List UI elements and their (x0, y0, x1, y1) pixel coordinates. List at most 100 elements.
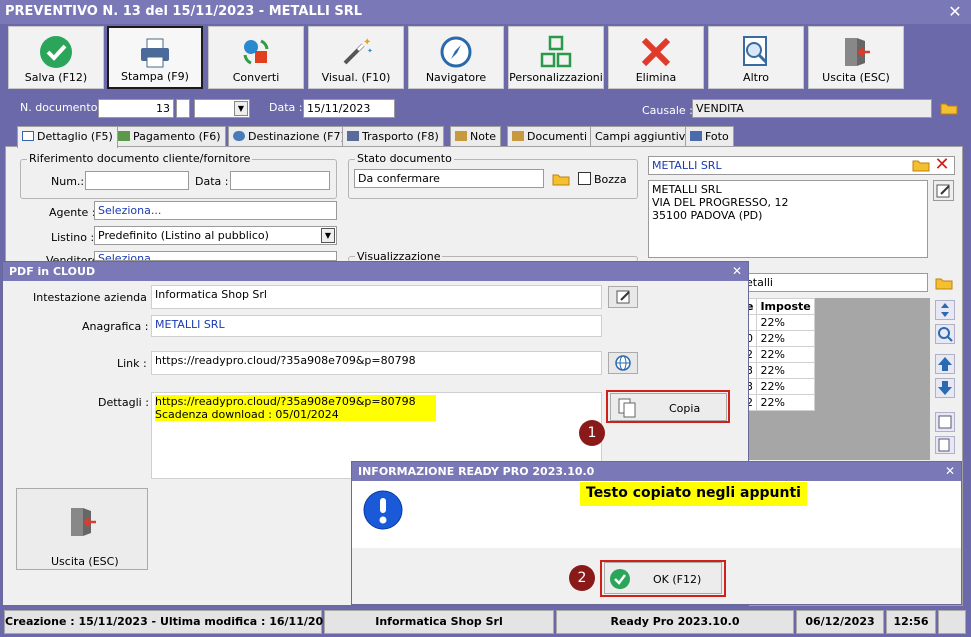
settings-icon[interactable] (935, 412, 955, 432)
grid-cell: 22% (756, 314, 816, 331)
venditore-field[interactable]: Seleziona... (94, 251, 337, 261)
anagrafica-field[interactable]: METALLI SRL (151, 315, 602, 337)
arrow-up-icon[interactable] (935, 354, 955, 374)
step-1-badge: 1 (579, 420, 605, 446)
arrow-down-icon[interactable] (935, 378, 955, 398)
view-button[interactable]: ✦ ✦ Visual. (F10) (308, 26, 404, 89)
link-label: Link : (117, 357, 147, 370)
globe-icon (233, 131, 245, 141)
status-dates: Creazione : 15/11/2023 - Ultima modifica… (4, 610, 338, 634)
step-2-badge: 2 (569, 565, 595, 591)
check-circle-icon (40, 36, 72, 68)
rif-date-field[interactable] (230, 171, 330, 190)
link-field[interactable]: https://readypro.cloud/?35a908e709&p=807… (151, 351, 602, 375)
tab-pagamento[interactable]: Pagamento (F6) (113, 126, 226, 147)
copy-icon[interactable] (935, 436, 955, 454)
move-updown-icon[interactable] (935, 300, 955, 320)
tab-trasporto-label: Trasporto (F8) (362, 130, 439, 143)
rif-date-label: Data : (195, 175, 229, 188)
imposte-header: Imposte (756, 298, 816, 315)
note-icon (455, 131, 467, 141)
tab-foto[interactable]: Foto (685, 126, 734, 147)
bozza-label: Bozza (594, 173, 627, 186)
cliente-field[interactable]: METALLI SRL (648, 156, 955, 175)
navigator-button-label: Navigatore (425, 71, 487, 84)
tab-trasporto[interactable]: Trasporto (F8) (342, 126, 444, 147)
ndoc-series-select[interactable]: ▼ (194, 99, 250, 118)
exit-button[interactable]: Uscita (ESC) (808, 26, 904, 89)
imposte-grid: e Imposte 22% 0 22% 2 22% 3 22% 3 22% 2 22% (741, 298, 816, 411)
pdf-cloud-close-button[interactable]: ✕ (732, 262, 742, 281)
navigator-button[interactable]: Navigatore (408, 26, 504, 89)
ndoc-suffix-field[interactable] (176, 99, 190, 118)
grid-cell: 22% (756, 362, 816, 379)
cliente-folder-icon[interactable] (912, 158, 930, 172)
open-link-globe-icon[interactable] (608, 352, 638, 374)
chevron-down-icon: ▼ (321, 228, 335, 243)
save-button[interactable]: Salva (F12) (8, 26, 104, 89)
table-row[interactable]: 0 22% (741, 330, 816, 347)
listino-value: Predefinito (Listino al pubblico) (98, 229, 269, 242)
dettagli-highlight: https://readypro.cloud/?35a908e709&p=807… (155, 395, 436, 421)
tab-destinazione[interactable]: Destinazione (F7) (228, 126, 350, 147)
tab-dettaglio[interactable]: Dettaglio (F5) (17, 126, 118, 148)
bozza-checkbox[interactable] (578, 172, 591, 185)
info-icon (363, 490, 403, 530)
tab-note[interactable]: Note (450, 126, 502, 147)
dettagli-label: Dettagli : (98, 396, 149, 409)
dialog-exit-button[interactable]: Uscita (ESC) (16, 488, 148, 570)
dialog-exit-label: Uscita (ESC) (51, 555, 119, 568)
other-button-label: Altro (743, 71, 769, 84)
table-row[interactable]: 2 22% (741, 346, 816, 363)
delete-button[interactable]: Elimina (608, 26, 704, 89)
agente-label: Agente : (49, 206, 96, 219)
stato-folder-icon[interactable] (552, 172, 570, 186)
convert-button[interactable]: Converti (208, 26, 304, 89)
table-row[interactable]: 2 22% (741, 394, 816, 411)
customize-button-label: Personalizzazioni (509, 71, 603, 84)
tab-foto-label: Foto (705, 130, 729, 143)
agente-field[interactable]: Seleziona... (94, 201, 337, 220)
address-line: 35100 PADOVA (PD) (652, 209, 763, 222)
intestazione-field[interactable]: Informatica Shop Srl (151, 285, 602, 309)
ndoc-field[interactable]: 13 (98, 99, 174, 118)
tab-documenti[interactable]: Documenti (507, 126, 593, 147)
print-button[interactable]: Stampa (F9) (107, 26, 203, 89)
customize-button[interactable]: Personalizzazioni (508, 26, 604, 89)
cliente-secondary-field[interactable]: etalli (742, 273, 928, 292)
convert-button-label: Converti (232, 71, 280, 84)
grid-cell: 22% (756, 330, 816, 347)
window-close-button[interactable]: ✕ (944, 2, 966, 22)
search-icon[interactable] (935, 324, 955, 344)
date-field[interactable]: 15/11/2023 (303, 99, 395, 118)
exit-door-icon (845, 38, 870, 66)
detail-icon (22, 131, 34, 141)
secondary-folder-icon[interactable] (935, 276, 953, 290)
listino-select[interactable]: Predefinito (Listino al pubblico) ▼ (94, 226, 337, 245)
cliente-clear-icon[interactable]: ✕ (933, 156, 951, 174)
pdf-cloud-title-bar: PDF in CLOUD ✕ (3, 262, 748, 281)
status-company: Informatica Shop Srl (324, 610, 554, 634)
rif-group-title: Riferimento documento cliente/fornitore (27, 152, 253, 165)
tab-documenti-label: Documenti (527, 130, 588, 143)
table-row[interactable]: 22% (741, 314, 816, 331)
print-button-label: Stampa (F9) (121, 70, 189, 83)
table-row[interactable]: 3 22% (741, 362, 816, 379)
grid-cell: 22% (756, 394, 816, 411)
tab-campi-label: Campi aggiuntivi (595, 130, 689, 143)
info-dialog-close-button[interactable]: ✕ (945, 462, 955, 481)
edit-intestazione-icon[interactable] (608, 286, 638, 308)
info-message: Testo copiato negli appunti (580, 482, 807, 506)
table-row[interactable]: 3 22% (741, 378, 816, 395)
edit-address-icon[interactable] (933, 180, 954, 201)
status-version: Ready Pro 2023.10.0 (556, 610, 794, 634)
date-label: Data : (269, 101, 303, 114)
printer-icon (141, 38, 169, 68)
causale-field[interactable]: VENDITA (692, 99, 932, 118)
other-button[interactable]: Altro (708, 26, 804, 89)
address-line: METALLI SRL (652, 183, 722, 196)
causale-folder-icon[interactable] (940, 101, 958, 115)
num-field[interactable] (85, 171, 189, 190)
stato-field[interactable]: Da confermare (354, 169, 544, 188)
tab-campi-aggiuntivi[interactable]: Campi aggiuntivi (590, 126, 694, 147)
